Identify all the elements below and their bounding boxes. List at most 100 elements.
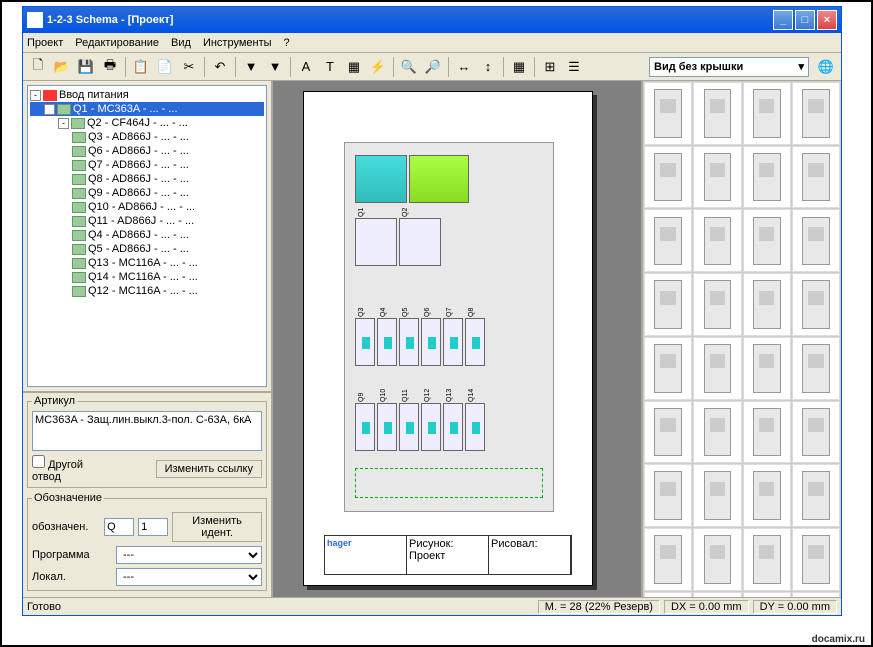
program-select[interactable]: --- bbox=[116, 546, 262, 564]
menu-tools[interactable]: Инструменты bbox=[203, 37, 272, 49]
new-icon[interactable]: 🗋 bbox=[27, 56, 49, 78]
component-thumbnail[interactable] bbox=[644, 209, 692, 272]
component-thumbnail[interactable] bbox=[693, 592, 741, 597]
breaker-q12[interactable]: Q12 bbox=[421, 403, 441, 451]
breaker-q2[interactable]: Q2 bbox=[399, 218, 441, 266]
other-tap-checkbox[interactable]: Другой отвод bbox=[32, 455, 112, 483]
menu-edit[interactable]: Редактирование bbox=[75, 37, 159, 49]
text-icon[interactable]: A bbox=[295, 56, 317, 78]
component-thumbnail[interactable] bbox=[644, 401, 692, 464]
component-thumbnail[interactable] bbox=[644, 146, 692, 209]
component-thumbnail[interactable] bbox=[644, 82, 692, 145]
component-thumbnail[interactable] bbox=[792, 273, 840, 336]
component-thumbnail[interactable] bbox=[693, 401, 741, 464]
filter2-icon[interactable]: ▼ bbox=[264, 56, 286, 78]
close-button[interactable]: × bbox=[817, 10, 837, 30]
menu-view[interactable]: Вид bbox=[171, 37, 191, 49]
component-thumbnail[interactable] bbox=[644, 464, 692, 527]
component-thumbnail[interactable] bbox=[693, 273, 741, 336]
breaker-q6[interactable]: Q6 bbox=[421, 318, 441, 366]
terminal-block-pe[interactable] bbox=[409, 155, 469, 203]
view-selector[interactable]: Вид без крышки bbox=[649, 57, 809, 77]
tree-item[interactable]: Q6 - AD866J - ... - ... bbox=[30, 144, 264, 158]
dim2-icon[interactable]: ↕ bbox=[477, 56, 499, 78]
tree-item[interactable]: Q14 - MC116A - ... - ... bbox=[30, 270, 264, 284]
open-icon[interactable]: 📂 bbox=[51, 56, 73, 78]
breaker-q11[interactable]: Q11 bbox=[399, 403, 419, 451]
component-thumbnail[interactable] bbox=[644, 337, 692, 400]
zoom-out-icon[interactable]: 🔎 bbox=[422, 56, 444, 78]
minimize-button[interactable]: _ bbox=[773, 10, 793, 30]
tree-item[interactable]: Q11 - AD866J - ... - ... bbox=[30, 214, 264, 228]
breaker-q1[interactable]: Q1 bbox=[355, 218, 397, 266]
lightning-icon[interactable]: ⚡ bbox=[367, 56, 389, 78]
menu-project[interactable]: Проект bbox=[27, 37, 63, 49]
component-thumbnail[interactable] bbox=[743, 528, 791, 591]
component-thumbnail[interactable] bbox=[693, 82, 741, 145]
component-thumbnail[interactable] bbox=[693, 146, 741, 209]
change-ident-button[interactable]: Изменить идент. bbox=[172, 512, 262, 542]
cut-icon[interactable]: ✂ bbox=[178, 56, 200, 78]
component-thumbnail[interactable] bbox=[792, 592, 840, 597]
component-thumbnail[interactable] bbox=[743, 337, 791, 400]
designation-prefix-input[interactable] bbox=[104, 518, 134, 536]
breaker-q4[interactable]: Q4 bbox=[377, 318, 397, 366]
component-thumbnail[interactable] bbox=[743, 592, 791, 597]
copy-icon[interactable]: 📋 bbox=[130, 56, 152, 78]
component-thumbnail[interactable] bbox=[743, 401, 791, 464]
component-thumbnail[interactable] bbox=[792, 464, 840, 527]
component-thumbnail[interactable] bbox=[693, 464, 741, 527]
component-thumbnail[interactable] bbox=[792, 401, 840, 464]
table-icon[interactable]: ⊞ bbox=[539, 56, 561, 78]
tree-view[interactable]: -Ввод питания -Q1 - MC363A - ... - ... -… bbox=[27, 85, 267, 387]
component-thumbnail[interactable] bbox=[693, 209, 741, 272]
breaker-q3[interactable]: Q3 bbox=[355, 318, 375, 366]
component-thumbnail[interactable] bbox=[792, 146, 840, 209]
tree-item[interactable]: Q8 - AD866J - ... - ... bbox=[30, 172, 264, 186]
component-thumbnail[interactable] bbox=[743, 464, 791, 527]
component-thumbnail[interactable] bbox=[743, 209, 791, 272]
component-thumbnail[interactable] bbox=[743, 273, 791, 336]
article-text[interactable]: MC363A - Защ.лин.выкл.3-пол. C-63A, 6кА bbox=[32, 411, 262, 451]
tree-item[interactable]: Q9 - AD866J - ... - ... bbox=[30, 186, 264, 200]
undo-icon[interactable]: ↶ bbox=[209, 56, 231, 78]
tree-item[interactable]: Q4 - AD866J - ... - ... bbox=[30, 228, 264, 242]
tree-item-q2[interactable]: -Q2 - CF464J - ... - ... bbox=[30, 116, 264, 130]
terminal-block[interactable] bbox=[355, 155, 407, 203]
component-library[interactable] bbox=[641, 81, 841, 597]
component-thumbnail[interactable] bbox=[792, 209, 840, 272]
component-thumbnail[interactable] bbox=[792, 528, 840, 591]
component-thumbnail[interactable] bbox=[743, 146, 791, 209]
breaker-q5[interactable]: Q5 bbox=[399, 318, 419, 366]
tree-item[interactable]: Q3 - AD866J - ... - ... bbox=[30, 130, 264, 144]
list-icon[interactable]: ☰ bbox=[563, 56, 585, 78]
globe-icon[interactable]: 🌐 bbox=[815, 56, 837, 78]
tree-item-q1[interactable]: -Q1 - MC363A - ... - ... bbox=[30, 102, 264, 116]
designation-number-input[interactable] bbox=[138, 518, 168, 536]
t-icon[interactable]: T bbox=[319, 56, 341, 78]
breaker-q14[interactable]: Q14 bbox=[465, 403, 485, 451]
component-thumbnail[interactable] bbox=[792, 337, 840, 400]
tree-item[interactable]: Q5 - AD866J - ... - ... bbox=[30, 242, 264, 256]
breaker-q10[interactable]: Q10 bbox=[377, 403, 397, 451]
change-link-button[interactable]: Изменить ссылку bbox=[156, 460, 262, 478]
local-select[interactable]: --- bbox=[116, 568, 262, 586]
component-thumbnail[interactable] bbox=[644, 528, 692, 591]
dim-icon[interactable]: ↔ bbox=[453, 56, 475, 78]
zoom-in-icon[interactable]: 🔍 bbox=[398, 56, 420, 78]
breaker-q9[interactable]: Q9 bbox=[355, 403, 375, 451]
tree-item[interactable]: Q13 - MC116A - ... - ... bbox=[30, 256, 264, 270]
component-thumbnail[interactable] bbox=[693, 337, 741, 400]
grid-icon[interactable]: ▦ bbox=[508, 56, 530, 78]
breaker-q13[interactable]: Q13 bbox=[443, 403, 463, 451]
tree-root[interactable]: -Ввод питания bbox=[30, 88, 264, 102]
tree-item[interactable]: Q7 - AD866J - ... - ... bbox=[30, 158, 264, 172]
component-thumbnail[interactable] bbox=[792, 82, 840, 145]
component-thumbnail[interactable] bbox=[644, 273, 692, 336]
tree-item[interactable]: Q10 - AD866J - ... - ... bbox=[30, 200, 264, 214]
component-thumbnail[interactable] bbox=[644, 592, 692, 597]
component-thumbnail[interactable] bbox=[693, 528, 741, 591]
doc-icon[interactable]: ▦ bbox=[343, 56, 365, 78]
breaker-q8[interactable]: Q8 bbox=[465, 318, 485, 366]
filter-icon[interactable]: ▼ bbox=[240, 56, 262, 78]
